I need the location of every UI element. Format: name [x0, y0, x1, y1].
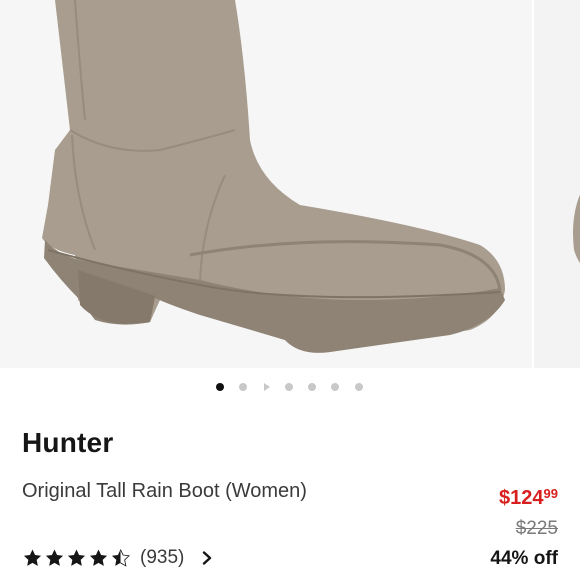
carousel-video-icon[interactable] — [264, 383, 270, 391]
price-block: $12499 $225 44% off — [490, 480, 558, 570]
carousel-dot-5[interactable] — [331, 383, 339, 391]
star-icon — [67, 549, 86, 566]
next-image-preview[interactable] — [532, 0, 580, 368]
review-count[interactable]: (935) — [140, 547, 184, 569]
carousel-dot-3[interactable] — [285, 383, 293, 391]
product-name[interactable]: Original Tall Rain Boot (Women) — [22, 475, 352, 507]
product-image[interactable] — [0, 0, 580, 368]
chevron-right-icon[interactable] — [202, 551, 212, 565]
carousel-dots[interactable] — [0, 380, 580, 394]
discount-badge: 44% off — [490, 548, 558, 569]
star-icon — [45, 549, 64, 566]
brand-name[interactable]: Hunter — [22, 427, 113, 459]
product-card[interactable]: Hunter Original Tall Rain Boot (Women) (… — [0, 0, 580, 580]
rating-row[interactable]: (935) — [22, 544, 212, 572]
sale-price-dollars: $124 — [499, 487, 544, 509]
carousel-dot-2[interactable] — [239, 383, 247, 391]
carousel-dot-1[interactable] — [216, 383, 224, 391]
original-price: $225 — [515, 518, 558, 539]
sale-price: $12499 — [490, 480, 558, 512]
half-star-icon — [111, 549, 131, 567]
boot-image — [42, 0, 580, 353]
star-icon — [23, 549, 42, 566]
carousel-dot-6[interactable] — [355, 383, 363, 391]
star-rating — [22, 548, 132, 568]
star-icon — [89, 549, 108, 566]
carousel-dot-4[interactable] — [308, 383, 316, 391]
sale-price-cents: 99 — [543, 486, 558, 501]
